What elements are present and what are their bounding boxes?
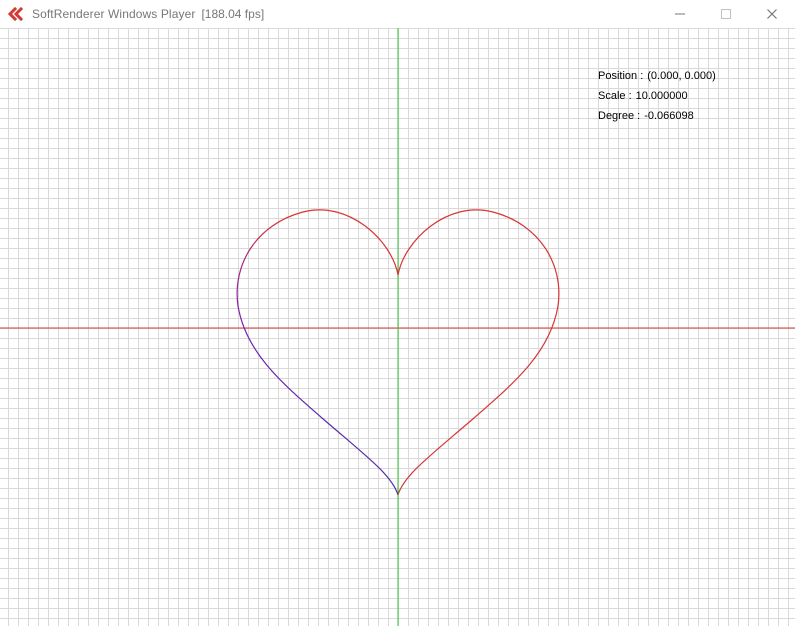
maximize-button[interactable]: [703, 0, 749, 28]
position-label: Position :: [598, 70, 644, 82]
position-readout: Position : (0.000, 0.000): [598, 66, 716, 86]
maximize-icon: [721, 9, 731, 19]
heart-left-curve: [236, 209, 399, 496]
softrenderer-logo-icon: [8, 6, 24, 22]
close-button[interactable]: [749, 0, 795, 28]
scale-readout: Scale : 10.000000: [598, 86, 716, 106]
position-value: (0.000, 0.000): [647, 70, 716, 82]
minimize-button[interactable]: [657, 0, 703, 28]
window-controls: [657, 0, 795, 28]
degree-readout: Degree : -0.066098: [598, 106, 716, 126]
render-canvas[interactable]: Position : (0.000, 0.000) Scale : 10.000…: [0, 28, 795, 626]
scale-value: 10.000000: [635, 90, 688, 102]
scale-label: Scale :: [598, 90, 632, 102]
fps-readout: [188.04 fps]: [201, 7, 265, 21]
transform-readout: Position : (0.000, 0.000) Scale : 10.000…: [598, 66, 716, 126]
title-bar[interactable]: SoftRenderer Windows Player [188.04 fps]: [0, 0, 795, 28]
window-title: SoftRenderer Windows Player: [32, 7, 196, 21]
degree-value: -0.066098: [644, 110, 694, 122]
degree-label: Degree :: [598, 110, 641, 122]
minimize-icon: [675, 13, 685, 15]
close-icon: [767, 9, 777, 19]
softrenderer-window: SoftRenderer Windows Player [188.04 fps]: [0, 0, 795, 626]
